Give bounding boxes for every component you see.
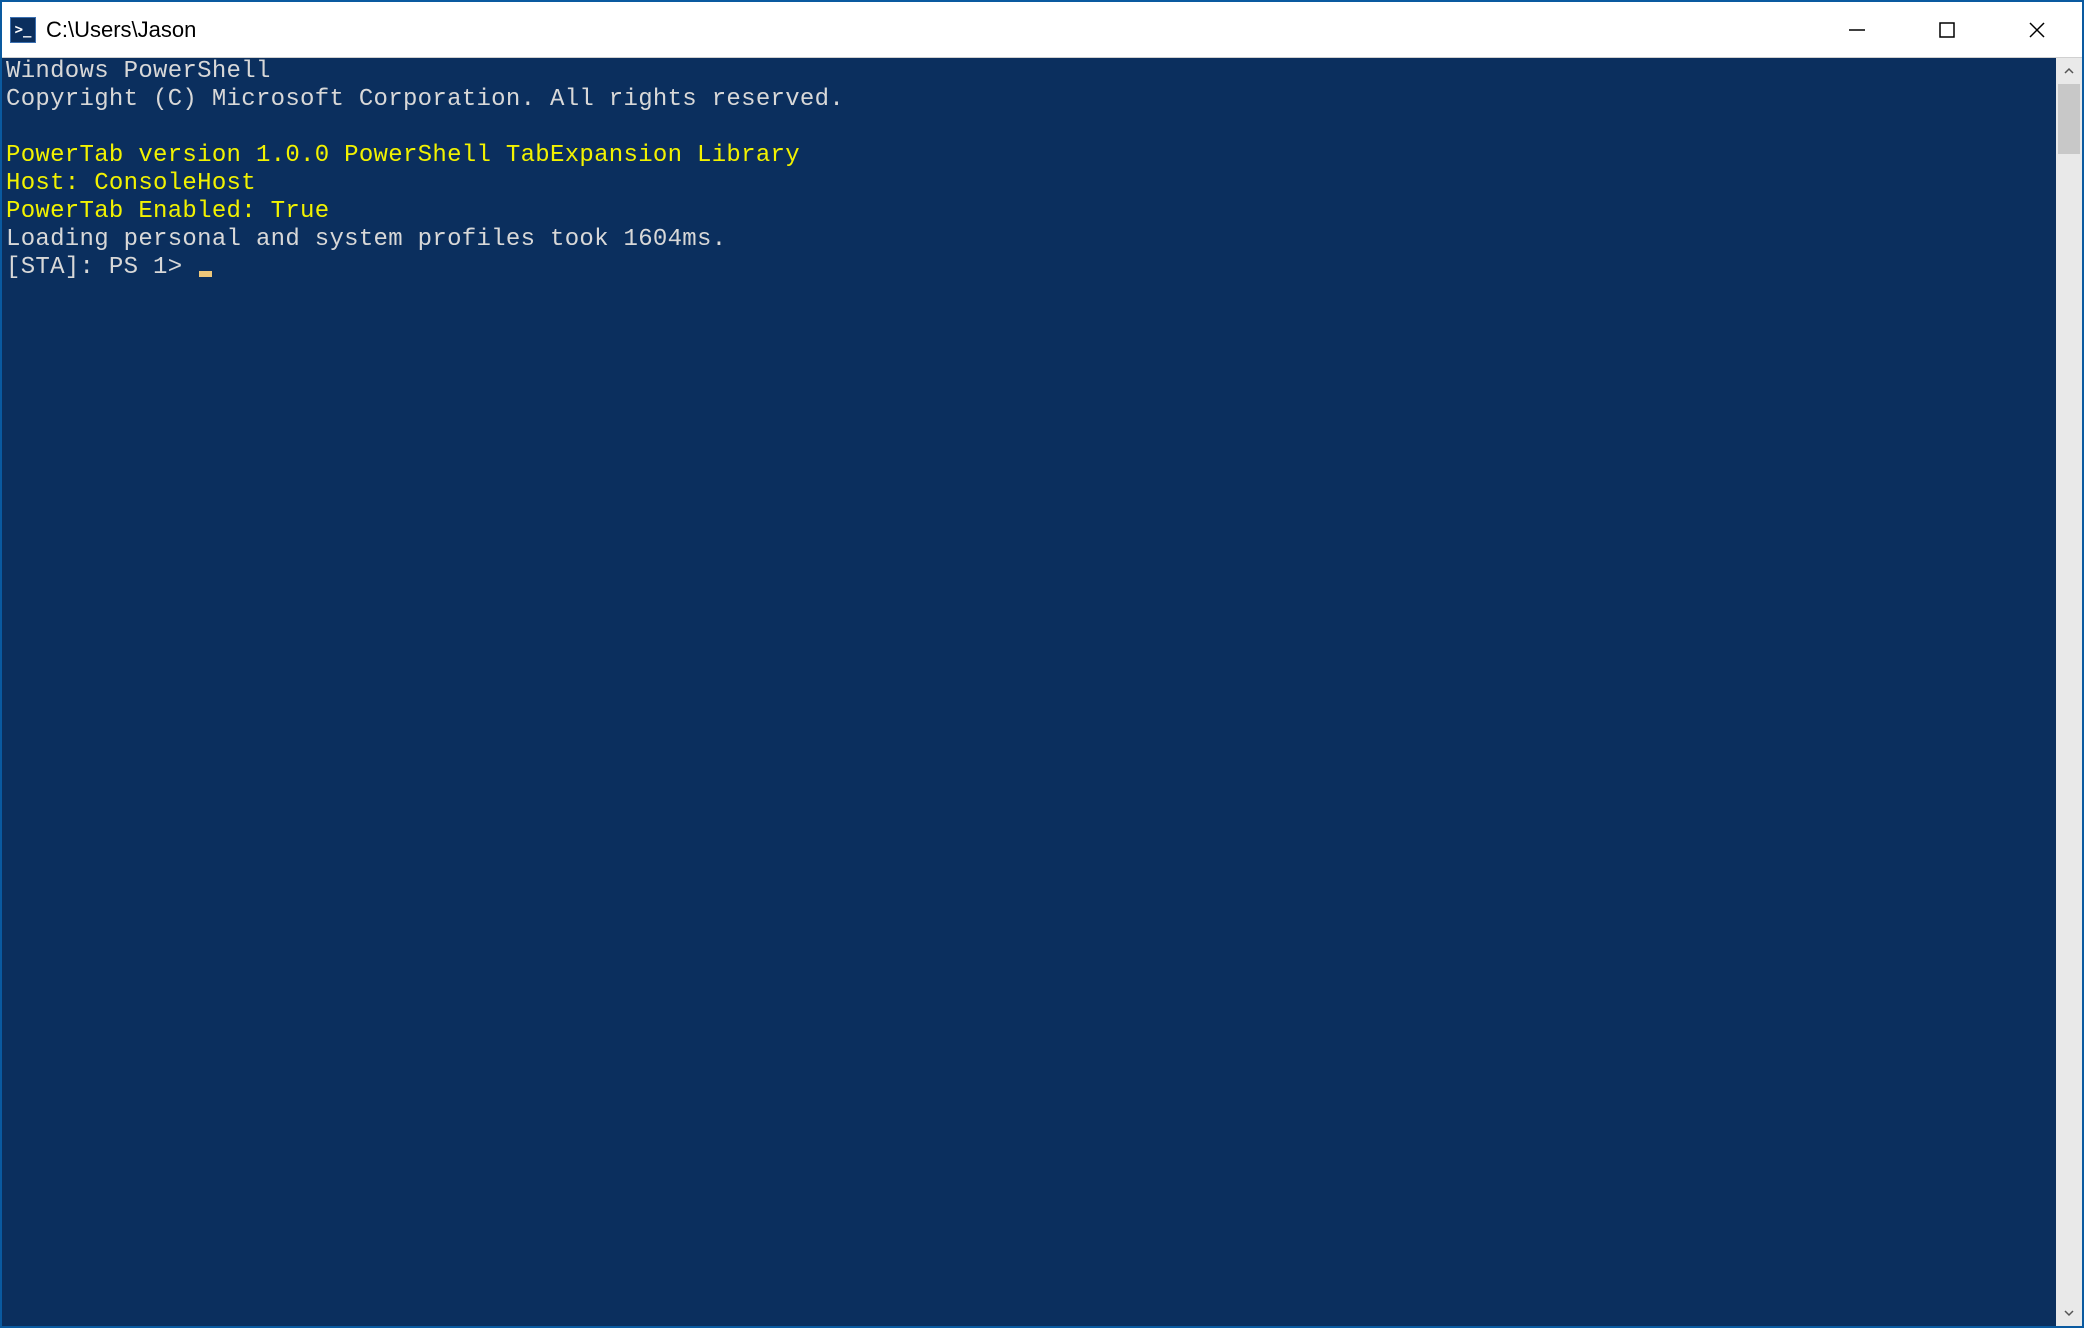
maximize-button[interactable] (1902, 2, 1992, 57)
minimize-button[interactable] (1812, 2, 1902, 57)
client-area: Windows PowerShell Copyright (C) Microso… (2, 58, 2082, 1326)
terminal-line: PowerTab version 1.0.0 PowerShell TabExp… (6, 142, 800, 169)
powershell-icon-glyph: >_ (15, 22, 32, 38)
powershell-icon: >_ (10, 17, 36, 43)
titlebar[interactable]: >_ C:\Users\Jason (2, 2, 2082, 58)
terminal-prompt: [STA]: PS 1> (6, 254, 197, 281)
vertical-scrollbar[interactable] (2056, 58, 2082, 1326)
terminal-output[interactable]: Windows PowerShell Copyright (C) Microso… (2, 58, 2056, 1326)
terminal-line: Host: ConsoleHost (6, 170, 256, 197)
terminal-line: PowerTab Enabled: True (6, 198, 329, 225)
scrollbar-track[interactable] (2056, 84, 2082, 1300)
scroll-down-button[interactable] (2056, 1300, 2082, 1326)
window-title: C:\Users\Jason (46, 17, 1812, 43)
terminal-line: Windows PowerShell (6, 58, 271, 85)
scroll-up-button[interactable] (2056, 58, 2082, 84)
window-controls (1812, 2, 2082, 57)
scrollbar-thumb[interactable] (2058, 84, 2080, 154)
terminal-cursor (199, 271, 212, 277)
terminal-line: Loading personal and system profiles too… (6, 226, 726, 253)
terminal-line: Copyright (C) Microsoft Corporation. All… (6, 86, 844, 113)
close-button[interactable] (1992, 2, 2082, 57)
